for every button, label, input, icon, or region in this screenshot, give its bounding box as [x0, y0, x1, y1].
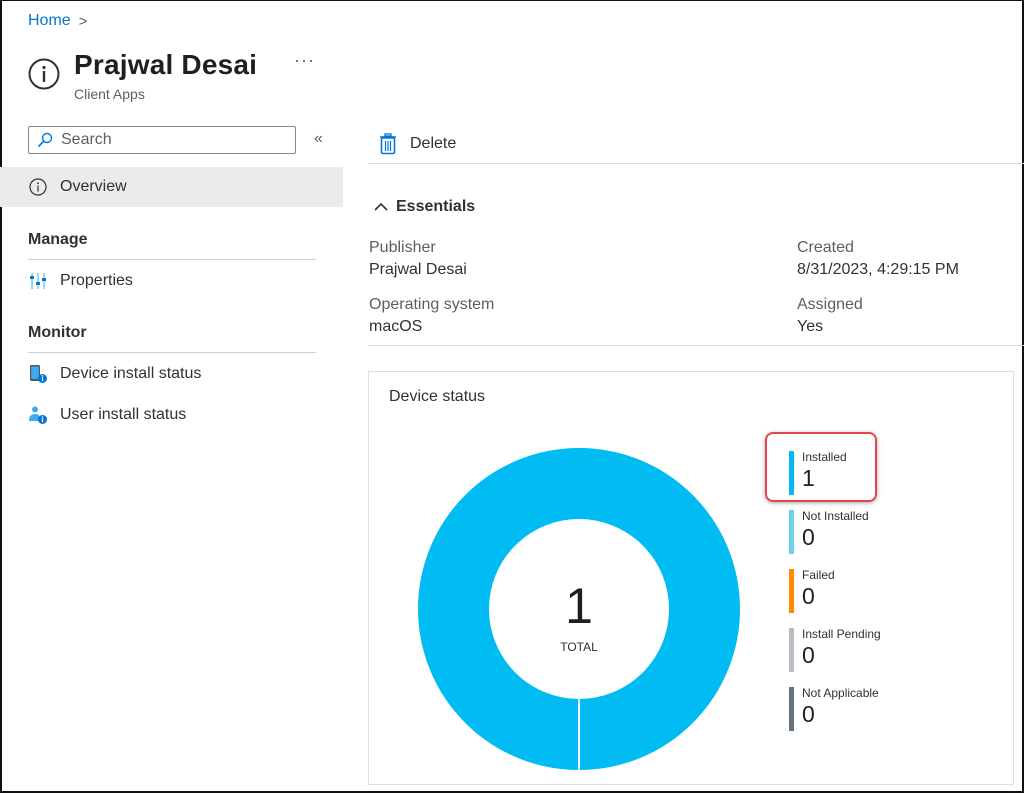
device-install-status-icon [28, 364, 48, 384]
essentials-publisher: Publisher Prajwal Desai [369, 239, 467, 279]
legend-item-not-installed[interactable]: Not Installed 0 [789, 507, 881, 566]
essentials-label: Essentials [396, 198, 476, 215]
search-box[interactable] [28, 126, 296, 154]
legend-label: Installed [802, 450, 847, 464]
donut-total-label: TOTAL [560, 640, 598, 654]
more-options-button[interactable]: ··· [294, 50, 315, 71]
legend-value: 0 [802, 642, 815, 668]
sidebar-item-label: Overview [60, 178, 127, 195]
user-install-status-icon [28, 405, 48, 425]
properties-icon [28, 271, 48, 291]
legend-color-bar [789, 687, 794, 731]
legend-value: 0 [802, 524, 815, 550]
legend-item-not-applicable[interactable]: Not Applicable 0 [789, 684, 881, 743]
command-bar: Delete [368, 124, 1024, 164]
device-status-card: Device status 1 TOTAL Installed 1 Not Inst… [368, 371, 1014, 785]
collapse-sidebar-button[interactable]: « [314, 130, 323, 148]
legend-value: 0 [802, 701, 815, 727]
essentials-toggle[interactable]: Essentials [374, 198, 475, 216]
delete-button[interactable]: Delete [378, 132, 457, 155]
field-value: macOS [369, 318, 423, 335]
legend-item-installed[interactable]: Installed 1 [789, 448, 881, 507]
legend-label: Failed [802, 568, 835, 582]
field-label: Assigned [797, 296, 863, 313]
legend-label: Not Installed [802, 509, 869, 523]
legend-color-bar [789, 510, 794, 554]
info-icon [28, 58, 60, 90]
legend-label: Install Pending [802, 627, 881, 641]
legend-item-failed[interactable]: Failed 0 [789, 566, 881, 625]
field-value: 8/31/2023, 4:29:15 PM [797, 261, 959, 278]
section-heading-manage: Manage [28, 231, 316, 260]
field-label: Created [797, 239, 854, 256]
sidebar-item-label: Properties [60, 272, 133, 289]
sidebar-item-overview[interactable]: Overview [0, 167, 343, 207]
chart-legend: Installed 1 Not Installed 0 Failed 0 Install P… [789, 448, 881, 743]
field-label: Operating system [369, 296, 495, 313]
legend-color-bar [789, 569, 794, 613]
essentials-divider [368, 345, 1024, 346]
legend-value: 0 [802, 583, 815, 609]
sidebar-item-label: User install status [60, 406, 187, 423]
page-subtitle: Client Apps [74, 86, 145, 102]
delete-label: Delete [410, 134, 457, 152]
card-title: Device status [389, 388, 486, 405]
chevron-up-icon [374, 202, 388, 211]
field-label: Publisher [369, 239, 436, 256]
sidebar-item-properties[interactable]: Properties [0, 261, 343, 301]
donut-total-value: 1 [565, 578, 593, 634]
sidebar-item-device-install-status[interactable]: Device install status [0, 354, 343, 394]
breadcrumb-home-link[interactable]: Home [28, 12, 71, 30]
legend-color-bar [789, 451, 794, 495]
info-icon [28, 177, 48, 197]
breadcrumb-separator: > [78, 12, 88, 30]
search-icon [37, 132, 53, 148]
breadcrumb: Home > [28, 12, 87, 30]
essentials-created: Created 8/31/2023, 4:29:15 PM [797, 239, 959, 279]
device-status-donut-chart[interactable]: 1 TOTAL [417, 447, 741, 771]
legend-label: Not Applicable [802, 686, 879, 700]
essentials-operating-system: Operating system macOS [369, 296, 494, 336]
legend-item-install-pending[interactable]: Install Pending 0 [789, 625, 881, 684]
search-input[interactable] [59, 130, 283, 150]
page-header: Prajwal Desai Client Apps ··· [28, 48, 314, 102]
field-value: Yes [797, 318, 824, 335]
trash-icon [380, 132, 396, 154]
section-heading-monitor: Monitor [28, 324, 316, 353]
sidebar-item-user-install-status[interactable]: User install status [0, 395, 343, 435]
sidebar-item-label: Device install status [60, 365, 202, 382]
legend-color-bar [789, 628, 794, 672]
page-title: Prajwal Desai [74, 49, 258, 80]
essentials-assigned: Assigned Yes [797, 296, 863, 336]
field-value: Prajwal Desai [369, 261, 467, 278]
legend-value: 1 [802, 465, 815, 491]
